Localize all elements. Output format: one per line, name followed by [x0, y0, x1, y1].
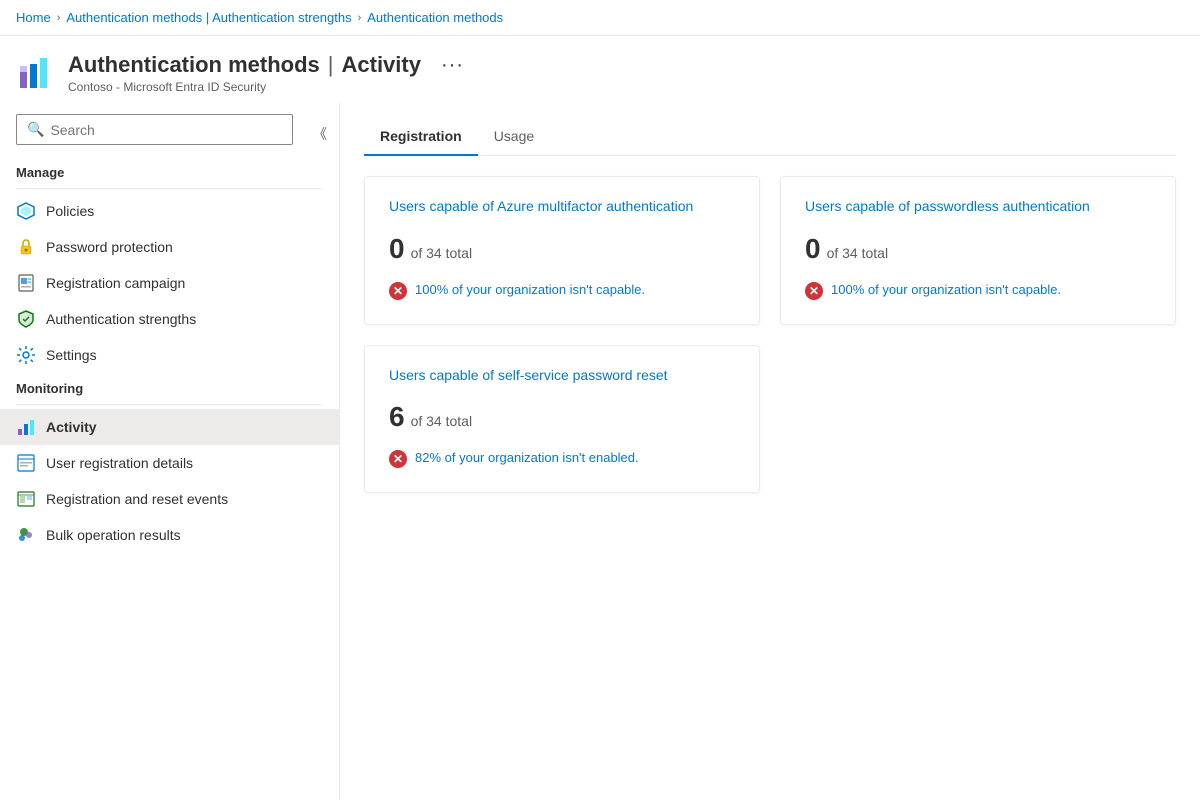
- mfa-card-status: ✕ 100% of your organization isn't capabl…: [389, 281, 735, 300]
- mfa-card-stat: 0 of 34 total: [389, 233, 735, 265]
- sspr-card-status: ✕ 82% of your organization isn't enabled…: [389, 449, 735, 468]
- chevron-icon-2: ›: [358, 12, 362, 24]
- settings-icon: [16, 345, 36, 365]
- mfa-stat-label: of 34 total: [411, 245, 473, 261]
- password-icon: [16, 237, 36, 257]
- content-area: Registration Usage Users capable of Azur…: [340, 102, 1200, 800]
- policies-label: Policies: [46, 203, 94, 219]
- search-box[interactable]: 🔍: [16, 114, 293, 145]
- auth-strengths-label: Authentication strengths: [46, 311, 196, 327]
- passwordless-card-stat: 0 of 34 total: [805, 233, 1151, 265]
- passwordless-status-text: 100% of your organization isn't capable.: [831, 281, 1061, 299]
- monitoring-divider: [16, 404, 323, 405]
- monitoring-section-title: Monitoring: [0, 373, 339, 400]
- user-registration-label: User registration details: [46, 455, 193, 471]
- title-separator: |: [328, 52, 334, 78]
- auth-strengths-icon: [16, 309, 36, 329]
- page-subtitle: Contoso - Microsoft Entra ID Security: [68, 80, 468, 94]
- mfa-error-icon: ✕: [389, 282, 407, 300]
- bulk-results-label: Bulk operation results: [46, 527, 181, 543]
- passwordless-card-title: Users capable of passwordless authentica…: [805, 197, 1151, 217]
- tab-usage[interactable]: Usage: [478, 118, 550, 156]
- registration-campaign-icon: [16, 273, 36, 293]
- activity-icon: [16, 417, 36, 437]
- sspr-card-title: Users capable of self-service password r…: [389, 366, 735, 386]
- breadcrumb-auth-methods[interactable]: Authentication methods: [367, 10, 503, 25]
- sidebar-item-auth-strengths[interactable]: Authentication strengths: [0, 301, 339, 337]
- sspr-stat-label: of 34 total: [411, 413, 473, 429]
- sidebar-item-reg-reset-events[interactable]: Registration and reset events: [0, 481, 339, 517]
- passwordless-error-icon: ✕: [805, 282, 823, 300]
- page-header-text: Authentication methods | Activity ··· Co…: [68, 52, 468, 94]
- settings-label: Settings: [46, 347, 97, 363]
- reg-reset-icon: [16, 489, 36, 509]
- sspr-stat-number: 6: [389, 401, 405, 433]
- breadcrumb-auth-strengths[interactable]: Authentication methods | Authentication …: [66, 10, 351, 25]
- search-icon: 🔍: [27, 121, 44, 138]
- sidebar-item-bulk-results[interactable]: Bulk operation results: [0, 517, 339, 553]
- sidebar-item-registration-campaign[interactable]: Registration campaign: [0, 265, 339, 301]
- mfa-stat-number: 0: [389, 233, 405, 265]
- chevron-icon-1: ›: [57, 12, 61, 24]
- activity-label: Activity: [46, 419, 97, 435]
- bulk-results-icon: [16, 525, 36, 545]
- mfa-card-title: Users capable of Azure multifactor authe…: [389, 197, 735, 217]
- page-title: Authentication methods | Activity ···: [68, 52, 468, 78]
- page-header: Authentication methods | Activity ··· Co…: [0, 36, 1200, 102]
- cards-grid: Users capable of Azure multifactor authe…: [364, 176, 1176, 493]
- sidebar-item-policies[interactable]: Policies: [0, 193, 339, 229]
- search-input[interactable]: [50, 122, 282, 138]
- passwordless-card: Users capable of passwordless authentica…: [780, 176, 1176, 325]
- mfa-status-text: 100% of your organization isn't capable.: [415, 281, 645, 299]
- tab-registration[interactable]: Registration: [364, 118, 478, 156]
- reg-reset-events-label: Registration and reset events: [46, 491, 228, 507]
- mfa-card: Users capable of Azure multifactor authe…: [364, 176, 760, 325]
- main-layout: 🔍 《 Manage Policies: [0, 102, 1200, 800]
- sidebar-item-settings[interactable]: Settings: [0, 337, 339, 373]
- sspr-status-text: 82% of your organization isn't enabled.: [415, 449, 639, 467]
- sspr-card-stat: 6 of 34 total: [389, 401, 735, 433]
- passwordless-stat-number: 0: [805, 233, 821, 265]
- password-protection-label: Password protection: [46, 239, 173, 255]
- breadcrumb: Home › Authentication methods | Authenti…: [0, 0, 1200, 36]
- user-registration-icon: [16, 453, 36, 473]
- search-row: 🔍 《: [0, 110, 339, 157]
- app-icon: [16, 52, 56, 92]
- policies-icon: [16, 201, 36, 221]
- tabs-bar: Registration Usage: [364, 118, 1176, 156]
- manage-section-title: Manage: [0, 157, 339, 184]
- collapse-sidebar-button[interactable]: 《: [305, 120, 335, 148]
- sidebar: 🔍 《 Manage Policies: [0, 102, 340, 800]
- breadcrumb-home[interactable]: Home: [16, 10, 51, 25]
- sspr-error-icon: ✕: [389, 450, 407, 468]
- sidebar-item-password-protection[interactable]: Password protection: [0, 229, 339, 265]
- sidebar-item-activity[interactable]: Activity: [0, 409, 339, 445]
- manage-divider: [16, 188, 323, 189]
- registration-campaign-label: Registration campaign: [46, 275, 185, 291]
- sspr-card: Users capable of self-service password r…: [364, 345, 760, 494]
- more-options-button[interactable]: ···: [437, 54, 468, 77]
- passwordless-card-status: ✕ 100% of your organization isn't capabl…: [805, 281, 1151, 300]
- sidebar-item-user-registration[interactable]: User registration details: [0, 445, 339, 481]
- passwordless-stat-label: of 34 total: [827, 245, 889, 261]
